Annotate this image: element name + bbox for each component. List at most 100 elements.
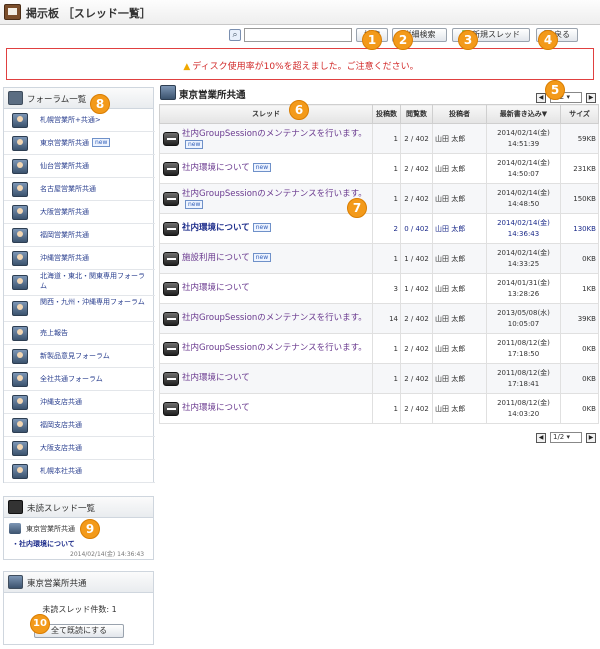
forum-item[interactable]: 大阪営業所共通 [4,201,155,224]
latest-post-date: 2014/02/14(金) 14:48:50 [486,183,561,214]
author-link[interactable]: 山田 太郎 [432,243,487,274]
new-badge: new [252,163,272,172]
col-views[interactable]: 閲覧数 [400,104,433,124]
thread-title-link[interactable]: 社内環境について [182,223,250,233]
view-count: 2 / 402 [400,123,433,154]
prev-page-top-icon[interactable]: ◀ [536,93,546,103]
author-link[interactable]: 山田 太郎 [432,183,487,214]
forum-link[interactable]: 売上報告 [40,328,68,338]
unread-thread-link[interactable]: ・社内環境について [12,539,75,549]
forum-item[interactable]: 東京営業所共通 new [4,132,155,155]
forum-icon [160,85,176,100]
forum-item[interactable]: 大阪支店共通 [4,437,155,460]
thread-title-link[interactable]: 社内環境について [182,283,250,293]
forum-summary-panel: 東京営業所共通 未読スレッド件数: 1 全て既読にする [3,571,154,645]
col-latest[interactable]: 最新書き込み▼ [486,104,561,124]
view-count: 1 / 402 [400,243,433,274]
forum-label: 札幌営業所+共通> [40,116,101,124]
latest-post-date: 2011/08/12(金) 17:18:50 [486,333,561,364]
new-badge: new [252,253,272,262]
view-count: 2 / 402 [400,393,433,424]
warning-triangle-icon: ▲ [183,62,191,72]
forum-link[interactable]: 沖縄営業所共通 [40,253,89,263]
search-icon[interactable]: ⌕ [229,29,241,41]
thread-title-link[interactable]: 社内GroupSessionのメンテナンスを行います。 [182,129,367,139]
new-badge: new [252,223,272,232]
latest-time: 17:18:41 [507,379,540,388]
author-link[interactable]: 山田 太郎 [432,393,487,424]
thread-title-link[interactable]: 社内環境について [182,163,250,173]
forum-link[interactable]: 東京営業所共通 new [40,138,111,148]
forum-link[interactable]: 全社共通フォーラム [40,374,103,384]
thread-title-link[interactable]: 社内環境について [182,373,250,383]
forum-link[interactable]: 大阪営業所共通 [40,207,89,217]
thread-title-link[interactable]: 社内GroupSessionのメンテナンスを行います。 [182,343,367,353]
forum-link[interactable]: 北海道・東北・関東専用フォーラム [40,271,148,291]
latest-date: 2014/02/14(金) [497,188,550,197]
author-link[interactable]: 山田 太郎 [432,213,487,244]
forum-item[interactable]: 福岡支店共通 [4,414,155,437]
author-link[interactable]: 山田 太郎 [432,303,487,334]
forum-item[interactable]: 北海道・東北・関東専用フォーラム [4,270,155,296]
forum-link[interactable]: 名古屋営業所共通 [40,184,96,194]
col-size[interactable]: サイズ [560,104,599,124]
forum-label: 新製品意見フォーラム [40,352,110,360]
author-link[interactable]: 山田 太郎 [432,333,487,364]
forum-link[interactable]: 大阪支店共通 [40,443,82,453]
prev-page-bottom-icon[interactable]: ◀ [536,433,546,443]
forum-link[interactable]: 沖縄支店共通 [40,397,82,407]
col-author[interactable]: 投稿者 [432,104,487,124]
latest-date: 2014/02/14(金) [497,218,550,227]
forum-link[interactable]: 福岡支店共通 [40,420,82,430]
thread-size: 39KB [560,303,599,334]
next-page-bottom-icon[interactable]: ▶ [586,433,596,443]
unread-forum-name: 東京営業所共通 [26,525,75,533]
forum-link[interactable]: 関西・九州・沖縄専用フォーラム [40,297,148,307]
author-link[interactable]: 山田 太郎 [432,363,487,394]
post-count: 1 [372,123,401,154]
forum-item[interactable]: 沖縄支店共通 [4,391,155,414]
forum-item[interactable]: 売上報告 [4,322,155,345]
thread-title-link[interactable]: 社内GroupSessionのメンテナンスを行います。 [182,189,367,199]
unread-thread-panel: 未読スレッド一覧 東京営業所共通 ・社内環境について 2014/02/14(金)… [3,496,154,560]
thread-cell: 社内GroupSessionのメンテナンスを行います。 [159,303,373,334]
col-posts[interactable]: 投稿数 [372,104,401,124]
forum-item[interactable]: 名古屋営業所共通 [4,178,155,201]
forum-item[interactable]: 沖縄営業所共通 [4,247,155,270]
forum-link[interactable]: 新製品意見フォーラム [40,351,110,361]
warning-text: ▲ ディスク使用率が10%を超えました。ご注意ください。 [7,59,595,72]
post-count: 1 [372,243,401,274]
latest-time: 14:51:39 [507,139,540,148]
thread-title-link[interactable]: 社内GroupSessionのメンテナンスを行います。 [182,313,367,323]
forum-item[interactable]: 全社共通フォーラム [4,368,155,391]
search-input[interactable] [244,28,352,42]
forum-label: 東京営業所共通 [40,139,89,147]
forum-avatar-icon [12,113,28,128]
author-link[interactable]: 山田 太郎 [432,123,487,154]
thread-row: 社内環境について 3 1 / 402 山田 太郎 2014/01/31(金) 13:28:… [159,273,599,304]
next-page-top-icon[interactable]: ▶ [586,93,596,103]
forum-link[interactable]: 福岡営業所共通 [40,230,89,240]
forum-item[interactable]: 札幌営業所+共通> [4,109,155,132]
forum-avatar-icon [12,326,28,341]
forum-label: 仙台営業所共通 [40,162,89,170]
thread-icon [163,222,179,236]
forum-item[interactable]: 札幌本社共通 [4,460,155,483]
latest-post-date: 2014/02/14(金) 14:33:25 [486,243,561,274]
thread-title-link[interactable]: 施設利用について [182,253,250,263]
post-count: 14 [372,303,401,334]
forum-item[interactable]: 新製品意見フォーラム [4,345,155,368]
forum-item[interactable]: 関西・九州・沖縄専用フォーラム [4,296,155,322]
page-select-bottom[interactable]: 1/2 ▾ [550,432,582,443]
forum-link[interactable]: 仙台営業所共通 [40,161,89,171]
warning-message: ディスク使用率が10%を超えました。ご注意ください。 [192,62,419,72]
col-thread[interactable]: スレッド [159,104,373,124]
forum-link[interactable]: 札幌営業所+共通> [40,115,101,125]
author-link[interactable]: 山田 太郎 [432,273,487,304]
forum-item[interactable]: 福岡営業所共通 [4,224,155,247]
author-link[interactable]: 山田 太郎 [432,153,487,184]
thread-title-link[interactable]: 社内環境について [182,403,250,413]
forum-item[interactable]: 仙台営業所共通 [4,155,155,178]
forum-link[interactable]: 札幌本社共通 [40,466,82,476]
forum-avatar-icon [12,464,28,479]
